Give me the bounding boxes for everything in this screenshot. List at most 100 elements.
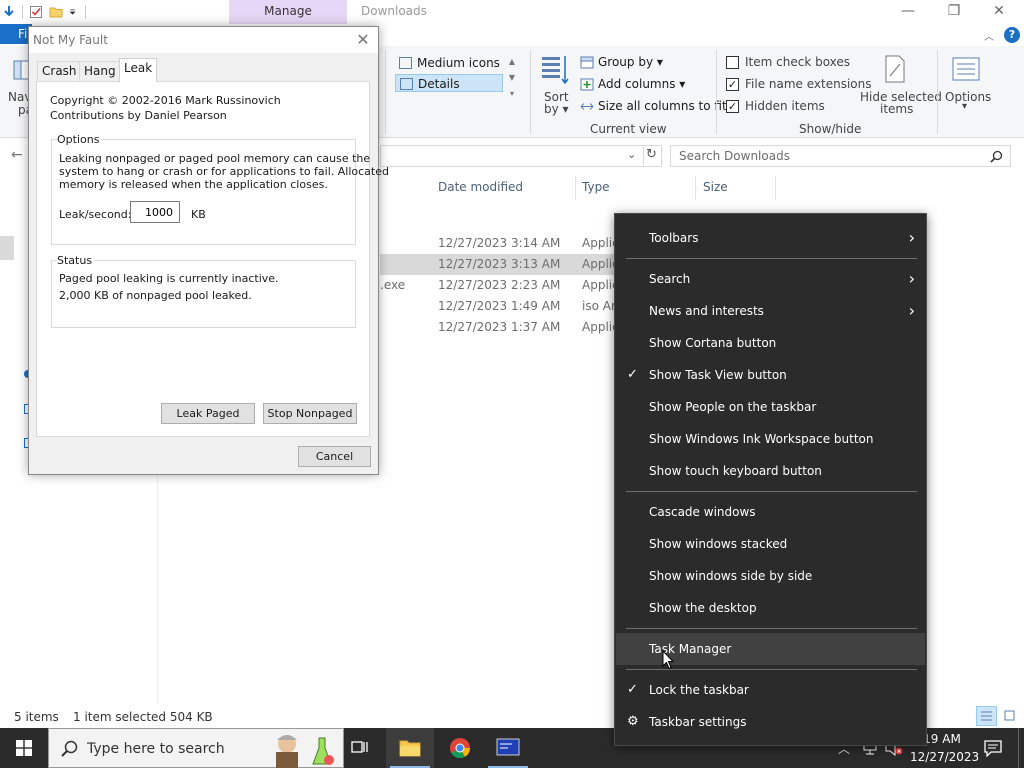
menu-item-show-task-view-button[interactable]: Show Task View button ✓ bbox=[616, 359, 925, 391]
dialog-title: Not My Fault bbox=[33, 33, 108, 47]
download-arrow-icon[interactable] bbox=[2, 5, 16, 19]
table-row[interactable]: .exe 12/27/2023 2:23 AM Applic bbox=[380, 275, 619, 296]
windows-logo-icon bbox=[16, 740, 32, 756]
search-input[interactable] bbox=[671, 146, 971, 166]
menu-item-taskbar-settings[interactable]: Taskbar settings ⚙ bbox=[616, 706, 925, 738]
taskbar-search-box[interactable] bbox=[48, 728, 344, 768]
menu-item-label: Show Windows Ink Workspace button bbox=[649, 432, 874, 446]
show-desktop-button[interactable] bbox=[1018, 728, 1024, 768]
menu-item-label: Show Cortana button bbox=[649, 336, 777, 350]
large-icons-view-button[interactable] bbox=[1000, 706, 1020, 726]
table-row[interactable]: 12/27/2023 1:49 AM iso Ar bbox=[380, 296, 616, 317]
chevron-up-icon[interactable]: ︿ bbox=[984, 28, 994, 43]
close-button[interactable]: ✕ bbox=[976, 0, 1022, 24]
address-field[interactable]: ⌄ ↻ bbox=[380, 145, 662, 167]
details-view-button[interactable] bbox=[976, 706, 997, 726]
show-hide-group-title: Show/hide bbox=[799, 122, 862, 136]
notmyfault-taskbar-button[interactable] bbox=[484, 728, 532, 768]
menu-item-label: Cascade windows bbox=[649, 505, 756, 519]
chevron-right-icon: › bbox=[908, 301, 915, 320]
hide-selected-items-icon[interactable] bbox=[882, 54, 908, 84]
search-highlight-illustration-icon bbox=[276, 735, 334, 768]
new-folder-icon[interactable] bbox=[49, 5, 63, 19]
file-name-extensions-checkbox[interactable] bbox=[726, 78, 739, 91]
menu-separator bbox=[626, 628, 917, 629]
folder-icon bbox=[399, 740, 421, 757]
table-row[interactable]: 12/27/2023 1:37 AM Applic bbox=[380, 317, 619, 338]
stop-nonpaged-button[interactable]: Stop Nonpaged bbox=[263, 403, 357, 424]
menu-item-show-windows-side-by-side[interactable]: Show windows side by side bbox=[616, 560, 925, 592]
start-button[interactable] bbox=[0, 728, 48, 768]
menu-item-label: Show windows stacked bbox=[649, 537, 788, 551]
sort-by-icon[interactable] bbox=[540, 54, 570, 86]
chrome-taskbar-button[interactable] bbox=[436, 728, 484, 768]
help-icon[interactable]: ? bbox=[1004, 27, 1020, 43]
minimize-button[interactable]: — bbox=[885, 0, 931, 24]
file-explorer-taskbar-button[interactable] bbox=[386, 728, 434, 768]
menu-item-show-touch-keyboard-button[interactable]: Show touch keyboard button bbox=[616, 455, 925, 487]
cancel-button[interactable]: Cancel bbox=[298, 446, 371, 467]
status-group-title: Status bbox=[57, 254, 95, 267]
menu-item-show-cortana-button[interactable]: Show Cortana button bbox=[616, 327, 925, 359]
selection-info: 1 item selected 504 KB bbox=[73, 710, 213, 724]
table-row[interactable]: 12/27/2023 3:13 AM Applic bbox=[380, 254, 619, 275]
date-modified-cell: 12/27/2023 1:37 AM bbox=[438, 320, 561, 334]
menu-item-search[interactable]: Search › bbox=[616, 263, 925, 295]
column-type[interactable]: Type bbox=[582, 180, 610, 194]
menu-item-lock-the-taskbar[interactable]: Lock the taskbar ✓ bbox=[616, 674, 925, 706]
leak-paged-button[interactable]: Leak Paged bbox=[161, 403, 255, 424]
notmyfault-dialog: Not My Fault ✕ Crash Hang Leak Copyright… bbox=[28, 26, 389, 475]
tab-hang[interactable]: Hang bbox=[79, 61, 121, 81]
column-date-modified[interactable]: Date modified bbox=[438, 180, 523, 194]
options-description-line-1: Leaking nonpaged or paged pool memory ca… bbox=[59, 152, 371, 165]
layout-details[interactable]: Details bbox=[395, 74, 503, 92]
tab-leak[interactable]: Leak bbox=[119, 58, 158, 82]
menu-item-toolbars[interactable]: Toolbars › bbox=[616, 222, 925, 254]
dialog-close-button[interactable]: ✕ bbox=[351, 28, 375, 52]
menu-separator bbox=[626, 258, 917, 259]
menu-item-show-windows-ink-workspace-button[interactable]: Show Windows Ink Workspace button bbox=[616, 423, 925, 455]
back-arrow-icon[interactable]: ← bbox=[11, 147, 23, 163]
size-all-columns-button[interactable]: Size all columns to fit bbox=[580, 98, 727, 116]
qat-dropdown-icon[interactable] bbox=[69, 5, 79, 19]
manage-tab[interactable]: Manage bbox=[229, 0, 347, 24]
maximize-button[interactable]: ❐ bbox=[931, 0, 977, 24]
taskbar-search-input[interactable] bbox=[87, 738, 287, 760]
menu-item-label: News and interests bbox=[649, 304, 764, 318]
add-columns-button[interactable]: Add columns ▾ bbox=[580, 76, 685, 94]
menu-item-show-windows-stacked[interactable]: Show windows stacked bbox=[616, 528, 925, 560]
layout-medium-icons[interactable]: Medium icons bbox=[395, 54, 503, 72]
layout-scroll[interactable]: ▲ ▼ ▾ bbox=[506, 54, 518, 110]
menu-item-show-the-desktop[interactable]: Show the desktop bbox=[616, 592, 925, 624]
address-dropdown-icon[interactable]: ⌄ bbox=[627, 148, 636, 161]
item-count: 5 items bbox=[14, 710, 59, 724]
menu-item-news-and-interests[interactable]: News and interests › bbox=[616, 295, 925, 327]
file-name-extensions-label: File name extensions bbox=[745, 77, 872, 91]
taskbar-context-menu: Toolbars › Search › News and interests › Show … bbox=[614, 213, 927, 746]
group-by-button[interactable]: Group by ▾ bbox=[580, 54, 663, 72]
options-button[interactable]: Options bbox=[945, 90, 991, 104]
tab-crash[interactable]: Crash bbox=[37, 61, 82, 81]
menu-separator bbox=[626, 491, 917, 492]
search-box[interactable] bbox=[670, 145, 1011, 167]
options-dropdown-icon[interactable]: ▾ bbox=[962, 101, 967, 112]
refresh-icon[interactable]: ↻ bbox=[646, 147, 657, 162]
column-size[interactable]: Size bbox=[703, 180, 728, 194]
hidden-items-checkbox[interactable] bbox=[726, 100, 739, 113]
menu-item-label: Show the desktop bbox=[649, 601, 757, 615]
view-toggle bbox=[976, 706, 1020, 726]
clock-date: 12/27/2023 bbox=[910, 750, 980, 764]
menu-item-label: Taskbar settings bbox=[649, 715, 747, 729]
search-icon[interactable] bbox=[990, 150, 1003, 163]
date-modified-cell: 12/27/2023 3:14 AM bbox=[438, 236, 561, 250]
menu-item-cascade-windows[interactable]: Cascade windows bbox=[616, 496, 925, 528]
menu-item-label: Show touch keyboard button bbox=[649, 464, 822, 478]
task-view-button[interactable] bbox=[336, 728, 384, 768]
menu-item-show-people-on-the-taskbar[interactable]: Show People on the taskbar bbox=[616, 391, 925, 423]
notifications-icon[interactable] bbox=[984, 739, 1002, 757]
properties-icon[interactable] bbox=[29, 5, 43, 19]
table-row[interactable]: 12/27/2023 3:14 AM Applic bbox=[380, 233, 619, 254]
options-icon[interactable] bbox=[951, 56, 981, 84]
leak-per-second-input[interactable] bbox=[130, 201, 180, 223]
item-check-boxes-checkbox[interactable] bbox=[726, 56, 739, 69]
